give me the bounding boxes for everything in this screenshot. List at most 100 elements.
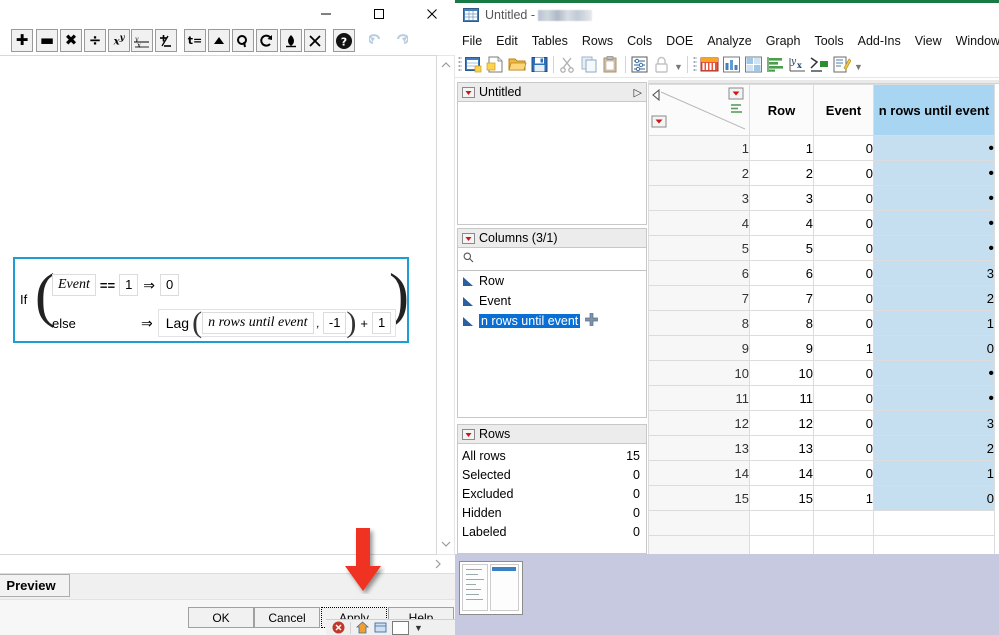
menu-window[interactable]: Window xyxy=(949,32,999,50)
column-header-n-rows-until-event[interactable]: n rows until event xyxy=(873,84,995,136)
cell-n-rows-until-event[interactable]: • xyxy=(873,210,995,236)
table-row[interactable]: 15 15 1 0 xyxy=(648,485,995,511)
cell-n-rows-until-event[interactable]: • xyxy=(873,385,995,411)
window-list-icon[interactable] xyxy=(374,621,387,634)
cancel-button[interactable]: Cancel xyxy=(254,607,320,628)
grid-corner-cell[interactable] xyxy=(648,84,750,136)
row-number-cell[interactable]: 4 xyxy=(648,210,750,236)
peel-icon[interactable] xyxy=(280,29,302,52)
column-header-row[interactable]: Row xyxy=(749,84,814,136)
cell-n-rows-until-event[interactable]: 3 xyxy=(873,260,995,286)
column-list-item-row[interactable]: Row xyxy=(458,271,646,291)
fit-y-by-x-icon[interactable] xyxy=(722,55,741,74)
column-list-item-n-rows-until-event[interactable]: n rows until event xyxy=(458,311,646,331)
tabulate-icon[interactable] xyxy=(744,55,763,74)
menu-file[interactable]: File xyxy=(455,32,489,50)
new-data-table-icon[interactable] xyxy=(464,55,483,74)
menu-doe[interactable]: DOE xyxy=(659,32,700,50)
columns-panel-header[interactable]: Columns (3/1) xyxy=(457,228,647,248)
menu-view[interactable]: View xyxy=(908,32,949,50)
cell-n-rows-until-event[interactable]: 0 xyxy=(873,485,995,511)
delete-icon[interactable] xyxy=(304,29,326,52)
cell-n-rows-until-event[interactable]: 3 xyxy=(873,410,995,436)
table-row[interactable]: 1 1 0 • xyxy=(648,135,995,161)
row-number-cell[interactable]: 13 xyxy=(648,435,750,461)
toolbar-overflow-icon-2[interactable]: ▼ xyxy=(854,63,863,72)
table-panel-header[interactable]: Untitled ▷ xyxy=(457,82,647,102)
formula-horizontal-scrollbar[interactable] xyxy=(0,555,455,573)
cell-event[interactable]: 0 xyxy=(813,135,874,161)
table-thumbnail[interactable] xyxy=(459,561,523,615)
column-list-item-event[interactable]: Event xyxy=(458,291,646,311)
menu-cols[interactable]: Cols xyxy=(620,32,659,50)
formula-column-icon[interactable] xyxy=(585,313,599,329)
cell-row[interactable]: 2 xyxy=(749,160,814,186)
cell-row[interactable]: 1 xyxy=(749,135,814,161)
chart-icon[interactable] xyxy=(766,55,785,74)
formula-lag-column[interactable]: n rows until event xyxy=(202,312,314,334)
root-icon[interactable]: yx xyxy=(131,29,153,52)
delete-term-icon[interactable] xyxy=(232,29,254,52)
red-triangle-icon[interactable] xyxy=(462,232,475,244)
cell-event[interactable]: 0 xyxy=(813,435,874,461)
row-number-cell[interactable]: 7 xyxy=(648,285,750,311)
cell-event[interactable]: 0 xyxy=(813,185,874,211)
cell-n-rows-until-event[interactable]: 0 xyxy=(873,335,995,361)
chevron-down-icon[interactable]: ▼ xyxy=(414,623,423,633)
cell-event[interactable]: 0 xyxy=(813,260,874,286)
table-row[interactable]: 4 4 0 • xyxy=(648,210,995,236)
row-number-cell[interactable]: 15 xyxy=(648,485,750,511)
copy-icon[interactable] xyxy=(580,55,599,74)
rows-panel-header[interactable]: Rows xyxy=(457,424,647,444)
empty-table-row[interactable] xyxy=(648,535,995,554)
row-number-cell[interactable]: 9 xyxy=(648,335,750,361)
row-number-cell[interactable]: 11 xyxy=(648,385,750,411)
cell-n-rows-until-event[interactable]: • xyxy=(873,185,995,211)
row-number-cell[interactable]: 12 xyxy=(648,410,750,436)
table-row[interactable]: 6603 xyxy=(648,260,995,286)
cell-n-rows-until-event[interactable]: 2 xyxy=(873,435,995,461)
row-number-cell[interactable]: 2 xyxy=(648,160,750,186)
menu-rows[interactable]: Rows xyxy=(575,32,620,50)
row-number-cell[interactable]: 5 xyxy=(648,235,750,261)
scroll-up-icon[interactable] xyxy=(440,59,452,71)
cell-row[interactable]: 8 xyxy=(749,310,814,336)
cell-row[interactable]: 9 xyxy=(749,335,814,361)
cell-n-rows-until-event[interactable]: • xyxy=(873,135,995,161)
save-icon[interactable] xyxy=(530,55,549,74)
multiply-icon[interactable]: ✖ xyxy=(60,29,82,52)
overlay-plot-icon[interactable] xyxy=(810,55,829,74)
help-icon[interactable]: ? xyxy=(333,29,355,52)
cell-n-rows-until-event[interactable]: 1 xyxy=(873,310,995,336)
cell-event[interactable]: 0 xyxy=(813,385,874,411)
close-icon[interactable] xyxy=(409,0,455,28)
cell-event[interactable]: 0 xyxy=(813,410,874,436)
paste-icon[interactable] xyxy=(602,55,621,74)
cell-n-rows-until-event[interactable]: 2 xyxy=(873,285,995,311)
table-row[interactable]: 13 13 0 2 xyxy=(648,435,995,461)
open-icon[interactable] xyxy=(508,55,527,74)
menu-add-ins[interactable]: Add-Ins xyxy=(851,32,908,50)
cell-event[interactable]: 0 xyxy=(813,210,874,236)
cell-n-rows-until-event[interactable]: • xyxy=(873,160,995,186)
minimize-icon[interactable] xyxy=(303,0,349,28)
menu-edit[interactable]: Edit xyxy=(489,32,525,50)
preview-button[interactable]: Preview xyxy=(0,574,70,597)
formula-else-row[interactable]: else ⇒ Lag ( n rows until event , -1 ) +… xyxy=(52,308,397,338)
cell-row[interactable]: 6 xyxy=(749,260,814,286)
row-number-cell[interactable]: 6 xyxy=(648,260,750,286)
scroll-right-icon[interactable] xyxy=(432,558,444,573)
cell-row[interactable]: 11 xyxy=(749,385,814,411)
cell-n-rows-until-event[interactable]: • xyxy=(873,360,995,386)
row-number-cell[interactable]: 10 xyxy=(648,360,750,386)
cell-event[interactable]: 1 xyxy=(813,335,874,361)
plus-minus-icon[interactable] xyxy=(155,29,177,52)
menu-analyze[interactable]: Analyze xyxy=(700,32,758,50)
cell-row[interactable]: 13 xyxy=(749,435,814,461)
expand-arrow-icon[interactable]: ▷ xyxy=(634,86,642,99)
cell-row[interactable]: 7 xyxy=(749,285,814,311)
formula-lag-offset[interactable]: -1 xyxy=(322,312,347,334)
lock-icon[interactable] xyxy=(652,55,671,74)
table-row[interactable]: 8801 xyxy=(648,310,995,336)
table-row[interactable]: 12 12 0 3 xyxy=(648,410,995,436)
